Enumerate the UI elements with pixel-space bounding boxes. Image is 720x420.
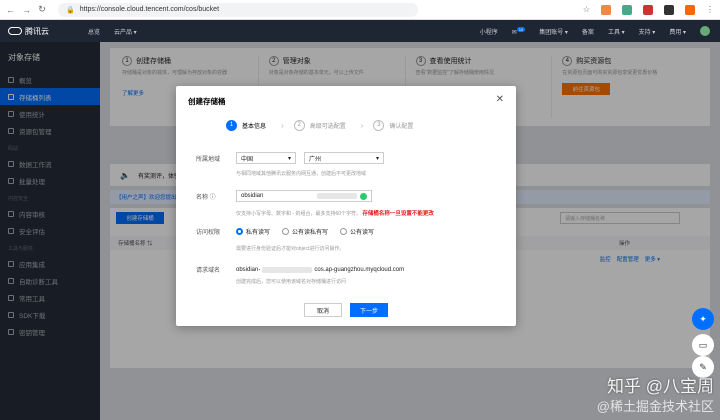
close-icon[interactable]: ✕ <box>496 94 504 105</box>
acl-public-readwrite-radio[interactable]: 公有读写 <box>340 227 374 236</box>
domain-value: obsidian-cos.ap-guangzhou.myqcloud.com <box>236 266 405 273</box>
extension-icon[interactable] <box>601 4 611 15</box>
nav-icp[interactable]: 备案 <box>582 27 594 36</box>
region-city-select[interactable]: 广州 ▾ <box>304 152 384 164</box>
valid-icon <box>360 192 367 200</box>
extension-icon[interactable] <box>664 4 674 15</box>
mail-icon[interactable]: ✉10 <box>512 26 526 36</box>
bucket-name-input[interactable]: obsidian <box>236 190 372 202</box>
back-icon[interactable]: ← <box>6 5 15 15</box>
console-topbar: 腾讯云 总览 云产品 ▾ 小程序 ✉10 集团账号 ▾ 备案 工具 ▾ 支持 ▾… <box>0 20 720 42</box>
create-bucket-dialog: 创建存储桶 ✕ 1 基本信息 › 2 高级可选配置 › 3 确认配置 所属地域 中国 ▾ 广… <box>176 86 516 326</box>
nav-group[interactable]: 集团账号 ▾ <box>539 27 568 36</box>
chevron-down-icon: ▾ <box>375 155 379 162</box>
nav-home[interactable]: 总览 <box>88 27 100 36</box>
domain-hint: 创建完成后，您可以使用该域名对存储桶进行访问 <box>236 279 347 285</box>
acl-row: 访问权限 私有读写 公有读私有写 公有读写 <box>196 227 386 236</box>
next-button[interactable]: 下一步 <box>350 303 388 317</box>
browser-toolbar: ← → ↻ 🔒 https://console.cloud.tencent.co… <box>0 0 720 20</box>
lock-icon: 🔒 <box>66 6 75 14</box>
extension-icon[interactable] <box>643 4 653 15</box>
forward-icon[interactable]: → <box>22 5 31 15</box>
name-hint: 仅支持小写字母、数字和 - 的组合，最多支持60个字符。 存储桶名称一旦设置不能… <box>236 211 434 217</box>
url-text: https://console.cloud.tencent.com/cos/bu… <box>79 6 220 13</box>
brand-logo[interactable]: 腾讯云 <box>8 26 88 37</box>
chat-icon: ✦ <box>699 313 707 324</box>
region-label: 所属地域 <box>196 156 221 163</box>
chat-float-button[interactable]: ✦ <box>692 308 714 330</box>
acl-private-radio[interactable]: 私有读写 <box>236 227 270 236</box>
acl-public-read-radio[interactable]: 公有读私有写 <box>282 227 328 236</box>
address-bar[interactable]: 🔒 https://console.cloud.tencent.com/cos/… <box>58 2 418 17</box>
edit-icon: ✎ <box>699 361 707 372</box>
watermark: 知乎 @八宝周 <box>607 377 714 396</box>
menu-icon[interactable]: ⋮ <box>706 5 714 14</box>
acl-hint: 需要进行身份验证后才能对object进行访问操作。 <box>236 246 345 252</box>
dialog-footer: 取消 下一步 <box>176 294 516 326</box>
domain-row: 请求域名 obsidian-cos.ap-guangzhou.myqcloud.… <box>196 265 404 274</box>
mail-badge: 10 <box>516 26 526 32</box>
chevron-right-icon: › <box>281 120 284 130</box>
redacted-text <box>262 266 313 273</box>
domain-label: 请求域名 <box>196 268 221 274</box>
extension-icon[interactable] <box>622 4 632 15</box>
nav-tools[interactable]: 工具 ▾ <box>608 27 625 36</box>
reload-icon[interactable]: ↻ <box>38 4 46 15</box>
star-icon[interactable]: ☆ <box>583 5 590 14</box>
redacted-text <box>317 193 357 199</box>
step-basic-info: 1 基本信息 › <box>226 119 294 131</box>
nav-products[interactable]: 云产品 ▾ <box>114 27 137 36</box>
cancel-button[interactable]: 取消 <box>304 303 342 317</box>
region-country-select[interactable]: 中国 ▾ <box>236 152 296 164</box>
region-hint: 与相同地域其他腾讯云服务内网互通，创建后不可更改地域 <box>236 171 367 177</box>
region-row: 所属地域 中国 ▾ 广州 ▾ <box>196 152 392 164</box>
doc-float-button[interactable]: ▭ <box>692 334 714 356</box>
name-warning: 存储桶名称一旦设置不能更改 <box>362 211 434 217</box>
step-confirm: 3 确认配置 <box>373 119 413 131</box>
nav-support[interactable]: 支持 ▾ <box>639 27 656 36</box>
nav-mini[interactable]: 小程序 <box>480 27 498 36</box>
extension-icon[interactable] <box>685 4 695 15</box>
name-row: 名称 ⓘ obsidian <box>196 190 372 202</box>
book-icon: ▭ <box>698 339 708 350</box>
chevron-right-icon: › <box>360 120 364 130</box>
chevron-down-icon: ▾ <box>287 155 291 162</box>
acl-label: 访问权限 <box>196 230 221 236</box>
watermark: @稀土掘金技术社区 <box>596 399 714 414</box>
extension-icons: ☆ ⋮ <box>583 4 714 15</box>
stepper: 1 基本信息 › 2 高级可选配置 › 3 确认配置 <box>226 118 476 132</box>
nav-fees[interactable]: 费用 ▾ <box>669 27 686 36</box>
avatar[interactable] <box>700 26 710 36</box>
cloud-icon <box>8 27 22 35</box>
dialog-title: 创建存储桶 <box>188 97 226 106</box>
step-advanced: 2 高级可选配置 › <box>293 119 374 131</box>
name-label: 名称 ⓘ <box>196 194 216 201</box>
